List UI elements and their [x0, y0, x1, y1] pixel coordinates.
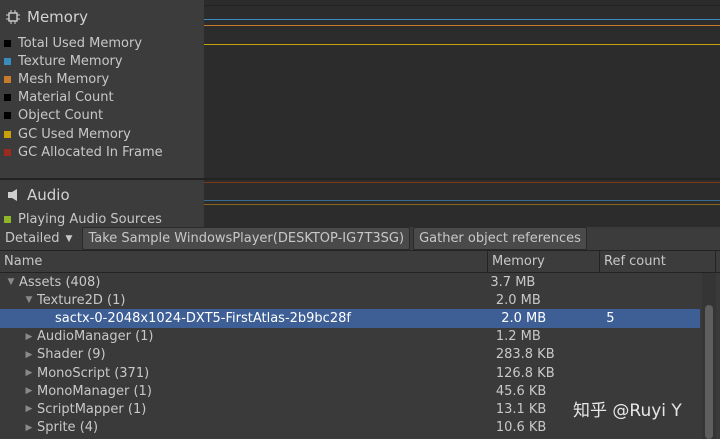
audio-graph[interactable]	[204, 180, 720, 227]
expanded-triangle-icon[interactable]: ▼	[24, 295, 34, 305]
row-name: Assets (408)	[19, 274, 101, 290]
chip-icon	[6, 10, 20, 24]
expanded-triangle-icon[interactable]: ▼	[6, 277, 16, 287]
row-name-cell: ▶ Shader (9)	[0, 347, 494, 362]
column-header-name[interactable]: Name	[0, 251, 488, 272]
legend-item[interactable]: GC Used Memory	[4, 125, 163, 143]
row-name-cell: ▼ Texture2D (1)	[0, 293, 494, 308]
speaker-icon	[6, 188, 20, 202]
legend-label: Material Count	[18, 90, 114, 106]
legend-item[interactable]: Mesh Memory	[4, 70, 163, 88]
row-name-cell: ▶ MonoManager (1)	[0, 384, 494, 399]
table-row[interactable]: ▶ Shader (9) 283.8 KB	[0, 346, 700, 364]
legend-swatch[interactable]	[4, 57, 11, 65]
legend-label: Texture Memory	[18, 53, 123, 69]
row-name: Texture2D (1)	[37, 292, 126, 308]
table-row[interactable]: ▼ Assets (408) 3.7 MB	[0, 273, 700, 291]
collapsed-triangle-icon[interactable]: ▶	[24, 368, 34, 378]
row-memory: 2.0 MB	[501, 310, 547, 326]
memory-title: Memory	[27, 8, 89, 26]
gather-object-references-button[interactable]: Gather object references	[413, 227, 587, 250]
column-header-ref-count[interactable]: Ref count	[600, 251, 716, 272]
vertical-scrollbar[interactable]	[702, 273, 716, 439]
legend-item[interactable]: GC Allocated In Frame	[4, 143, 163, 161]
legend-swatch[interactable]	[4, 94, 11, 102]
row-memory: 1.2 MB	[495, 329, 541, 345]
row-memory: 283.8 KB	[495, 347, 555, 363]
legend-swatch[interactable]	[4, 39, 11, 47]
row-name-cell: ▶ ScriptMapper (1)	[0, 402, 494, 417]
collapsed-triangle-icon[interactable]: ▶	[24, 386, 34, 396]
legend-label: Total Used Memory	[18, 35, 143, 51]
legend-swatch[interactable]	[4, 130, 11, 138]
legend-item[interactable]: Texture Memory	[4, 52, 163, 70]
memory-graph[interactable]	[204, 0, 720, 178]
row-name: AudioManager (1)	[37, 329, 154, 345]
row-name-cell: ▼ Assets (408)	[0, 275, 488, 290]
view-mode-dropdown[interactable]: Detailed ▼	[0, 228, 82, 249]
row-name: MonoScript (371)	[37, 365, 150, 381]
memory-legend: Total Used Memory Texture Memory Mesh Memo…	[4, 34, 163, 161]
legend-item[interactable]: Total Used Memory	[4, 34, 163, 52]
legend-label: Object Count	[18, 108, 104, 124]
row-name-cell: ▶ AudioManager (1)	[0, 329, 494, 344]
column-header-memory[interactable]: Memory	[488, 251, 600, 272]
legend-label: Mesh Memory	[18, 71, 110, 87]
legend-swatch[interactable]	[4, 112, 11, 120]
row-ref-count: 5	[606, 310, 615, 326]
graph-line-mesh	[204, 25, 720, 26]
collapsed-triangle-icon[interactable]: ▶	[24, 423, 34, 433]
audio-legend: Playing Audio Sources	[4, 210, 162, 227]
row-memory: 126.8 KB	[495, 365, 555, 381]
audio-module-header[interactable]: Audio	[6, 186, 70, 204]
graph-line-gc-used	[204, 44, 720, 45]
row-name-cell: ▶ Sprite (4)	[0, 420, 494, 435]
chevron-down-icon: ▼	[65, 233, 73, 244]
row-memory: 3.7 MB	[490, 274, 536, 290]
row-name: ScriptMapper (1)	[37, 401, 147, 417]
view-mode-label: Detailed	[5, 231, 60, 246]
graph-line-top	[204, 5, 720, 6]
audio-graph-line-2	[204, 200, 720, 201]
legend-swatch[interactable]	[4, 75, 11, 83]
audio-title: Audio	[27, 186, 70, 204]
row-name: sactx-0-2048x1024-DXT5-FirstAtlas-2b9bc2…	[55, 310, 351, 326]
table-row[interactable]: ▶ AudioManager (1) 1.2 MB	[0, 328, 700, 346]
legend-label: GC Used Memory	[18, 126, 131, 142]
audio-graph-line-1	[204, 182, 720, 183]
legend-label: GC Allocated In Frame	[18, 144, 163, 160]
table-row[interactable]: ▼ Texture2D (1) 2.0 MB	[0, 291, 700, 309]
row-name-cell: sactx-0-2048x1024-DXT5-FirstAtlas-2b9bc2…	[0, 311, 499, 326]
legend-swatch[interactable]	[4, 215, 11, 223]
table-header: Name Memory Ref count	[0, 251, 720, 273]
legend-item[interactable]: Object Count	[4, 107, 163, 125]
legend-item[interactable]: Material Count	[4, 89, 163, 107]
row-name: Shader (9)	[37, 347, 106, 363]
legend-label: Playing Audio Sources	[18, 211, 162, 227]
memory-detail-toolbar: Detailed ▼ Take Sample WindowsPlayer(DES…	[0, 227, 720, 251]
table-row[interactable]: ▶ MonoScript (371) 126.8 KB	[0, 364, 700, 382]
legend-item[interactable]: Playing Audio Sources	[4, 210, 162, 227]
row-name-cell: ▶ MonoScript (371)	[0, 366, 494, 381]
collapsed-triangle-icon[interactable]: ▶	[24, 332, 34, 342]
legend-swatch[interactable]	[4, 148, 11, 156]
row-memory: 10.6 KB	[495, 420, 547, 436]
audio-graph-line-3	[204, 204, 720, 205]
row-name: Sprite (4)	[37, 420, 99, 436]
scrollbar-thumb[interactable]	[705, 305, 713, 439]
table-row[interactable]: sactx-0-2048x1024-DXT5-FirstAtlas-2b9bc2…	[0, 309, 700, 328]
collapsed-triangle-icon[interactable]: ▶	[24, 404, 34, 414]
memory-module-header[interactable]: Memory	[6, 8, 88, 26]
watermark: 知乎 @Ruyi Y	[573, 401, 682, 421]
collapsed-triangle-icon[interactable]: ▶	[24, 350, 34, 360]
table-row[interactable]: ▶ Sprite (4) 10.6 KB	[0, 419, 700, 437]
row-memory: 2.0 MB	[495, 292, 541, 308]
row-name: MonoManager (1)	[37, 383, 152, 399]
graph-line-texture	[204, 19, 720, 20]
take-sample-button[interactable]: Take Sample WindowsPlayer(DESKTOP-IG7T3S…	[82, 227, 411, 250]
